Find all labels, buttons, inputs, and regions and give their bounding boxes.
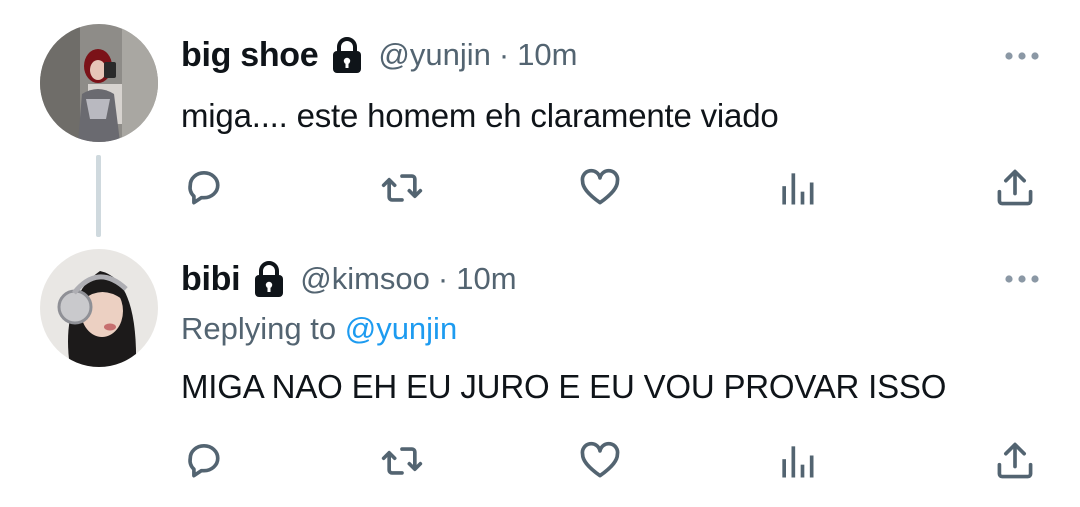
share-button[interactable] xyxy=(990,436,1040,486)
handle[interactable]: @kimsoo xyxy=(300,261,430,297)
separator-dot: · xyxy=(498,37,510,72)
reply-button[interactable] xyxy=(179,436,229,486)
more-horizontal-icon[interactable] xyxy=(1004,272,1040,284)
retweet-button[interactable] xyxy=(377,163,427,213)
display-name[interactable]: big shoe xyxy=(181,36,319,75)
retweet-icon xyxy=(381,174,423,202)
views-button[interactable] xyxy=(772,163,822,213)
timestamp[interactable]: 10m xyxy=(456,261,516,297)
more-horizontal-icon[interactable] xyxy=(1004,49,1040,61)
tweet[interactable]: bibi @kimsoo · 10m Replying to @yunjin M… xyxy=(0,240,1080,507)
action-bar xyxy=(0,163,1080,213)
avatar[interactable] xyxy=(40,24,158,142)
share-upload-icon xyxy=(997,442,1033,479)
lock-icon xyxy=(252,259,286,299)
display-name[interactable]: bibi xyxy=(181,260,241,299)
tweet[interactable]: big shoe @yunjin · 10m miga.... este hom… xyxy=(0,0,1080,240)
handle[interactable]: @yunjin xyxy=(378,37,490,73)
reply-button[interactable] xyxy=(179,163,229,213)
share-button[interactable] xyxy=(990,163,1040,213)
heart-icon xyxy=(580,441,620,478)
reply-bubble-icon xyxy=(188,443,220,478)
tweet-header: bibi @kimsoo · 10m xyxy=(181,256,517,302)
views-bar-chart-icon xyxy=(782,173,814,205)
retweet-icon xyxy=(381,447,423,475)
reply-bubble-icon xyxy=(188,170,220,205)
tweet-header: big shoe @yunjin · 10m xyxy=(181,32,578,78)
tweet-text: MIGA NAO EH EU JURO E EU VOU PROVAR ISSO xyxy=(181,368,947,405)
views-bar-chart-icon xyxy=(782,446,814,478)
tweet-text: miga.... este homem eh claramente viado xyxy=(181,97,779,134)
heart-icon xyxy=(580,168,620,205)
like-button[interactable] xyxy=(575,436,625,486)
avatar[interactable] xyxy=(40,249,158,367)
separator-dot: · xyxy=(437,261,449,296)
share-upload-icon xyxy=(997,169,1033,206)
views-button[interactable] xyxy=(772,436,822,486)
replying-prefix: Replying to xyxy=(181,311,337,346)
replying-handle-link[interactable]: @yunjin xyxy=(345,311,457,346)
timestamp[interactable]: 10m xyxy=(517,37,577,73)
action-bar xyxy=(0,436,1080,486)
replying-to: Replying to @yunjin xyxy=(181,311,457,347)
lock-icon xyxy=(330,35,364,75)
like-button[interactable] xyxy=(575,163,625,213)
retweet-button[interactable] xyxy=(377,436,427,486)
